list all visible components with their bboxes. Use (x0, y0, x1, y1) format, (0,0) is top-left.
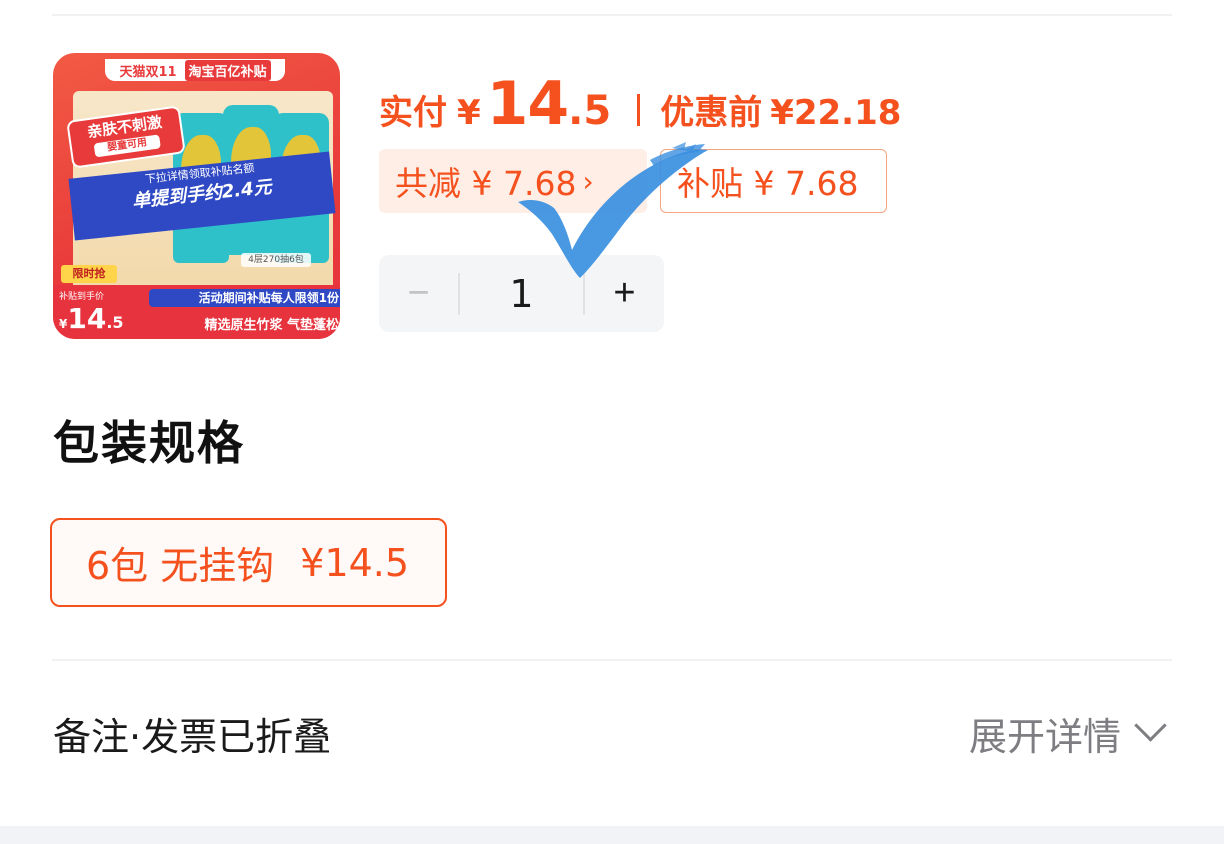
image-feature-line: 精选原生竹浆 气垫蓬松 (204, 318, 339, 333)
spec-tag: 4层270抽6包 (241, 253, 311, 267)
paid-label: 实付 (379, 93, 447, 133)
decrement-button[interactable]: − (379, 255, 458, 332)
paid-price-int: 14 (486, 69, 569, 139)
image-limit-line: 活动期间补贴每人限领1份 (149, 289, 340, 307)
subsidy-label: 淘宝百亿补贴 (184, 59, 271, 81)
spec-option-selected[interactable]: 6包 无挂钩 ¥14.5 (50, 518, 447, 607)
price-row: 实付 ¥ 14 .5 优惠前 ¥22.18 (379, 74, 901, 134)
paid-price-dec: .5 (568, 88, 612, 134)
image-price-int: 14 (67, 302, 107, 335)
section-divider (52, 659, 1172, 661)
original-price-label: 优惠前 (660, 93, 763, 133)
image-price-label: 补贴到手价 (59, 292, 105, 302)
chevron-down-icon (1134, 709, 1167, 742)
spec-option-price: ¥14.5 (300, 540, 410, 585)
top-divider (52, 14, 1172, 16)
image-price: 补贴到手价 ¥14.5 (59, 289, 124, 335)
original-price-value: ¥22.18 (770, 93, 902, 133)
product-image[interactable]: 天猫双11 淘宝百亿补贴 亲肤不刺激 婴童可用 下拉详情领取补贴名额 单提到手约… (53, 53, 340, 339)
expand-details-label: 展开详情 (968, 715, 1121, 759)
paid-currency: ¥ (457, 93, 481, 133)
double11-label: 天猫双11 (119, 64, 177, 80)
image-price-dec: .5 (106, 313, 124, 332)
price-separator (637, 94, 641, 126)
spec-option-name: 6包 无挂钩 (86, 544, 275, 588)
bottom-band (0, 826, 1224, 844)
limited-time-tag: 限时抢 (61, 265, 117, 283)
promo-top-band: 天猫双11 淘宝百亿补贴 (105, 59, 285, 81)
expand-details-button[interactable]: 展开详情 (968, 706, 1167, 761)
packaging-title: 包装规格 (53, 416, 245, 470)
checkmark-icon (518, 142, 708, 278)
remark-invoice-label: 备注·发票已折叠 (53, 715, 332, 759)
